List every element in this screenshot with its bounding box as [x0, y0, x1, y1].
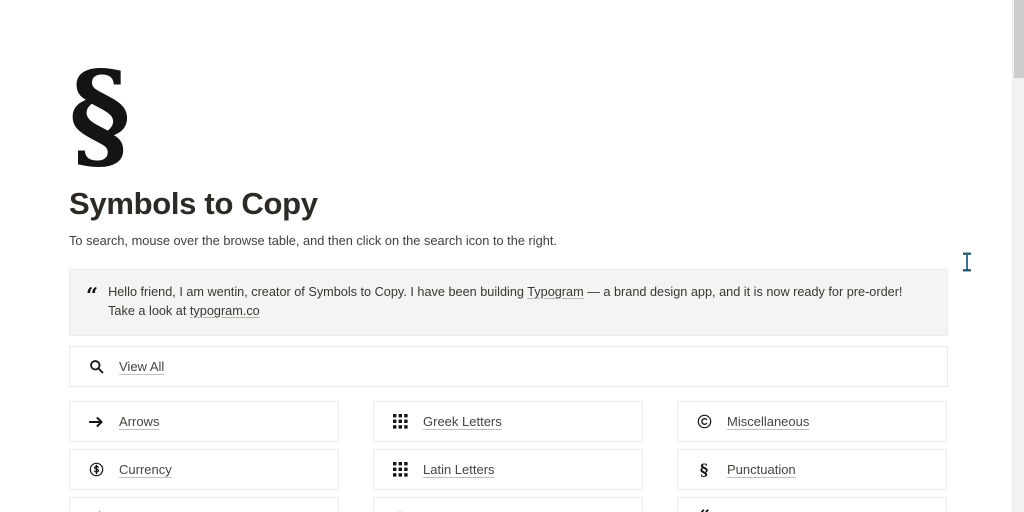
category-label: Punctuation: [727, 462, 796, 478]
category-label: Greek Letters: [423, 414, 502, 430]
view-all-label: View All: [119, 359, 165, 375]
section-symbol-logo: §: [69, 45, 131, 184]
category-card-latin-letters[interactable]: Latin Letters: [373, 449, 643, 491]
section-icon: §: [699, 459, 709, 479]
category-card-greek-letters[interactable]: Greek Letters: [373, 401, 643, 443]
page-title: Symbols to Copy: [69, 186, 318, 221]
category-grid: Arrows Greek Letters Miscellaneous Curre…: [69, 401, 948, 512]
typogram-link[interactable]: Typogram: [527, 285, 583, 299]
category-card-currency[interactable]: Currency: [69, 449, 339, 491]
view-all-row: View All: [69, 346, 948, 388]
copyright-icon: [695, 413, 713, 431]
search-icon: [87, 358, 105, 376]
view-all-button[interactable]: View All: [69, 346, 948, 388]
category-card-punctuation[interactable]: § Punctuation: [677, 449, 947, 491]
page-content: § Symbols to Copy To search, mouse over …: [69, 0, 948, 512]
vertical-scrollbar[interactable]: [1012, 0, 1024, 512]
category-card-math[interactable]: Math: [373, 497, 643, 512]
text-cursor: [961, 252, 973, 272]
typogram-url-link[interactable]: typogram.co: [190, 304, 260, 318]
fraction-icon: x y: [87, 509, 105, 512]
category-card-quotation-marks[interactable]: “ Quotation Marks: [677, 497, 947, 512]
quote-marks-icon: “: [695, 507, 713, 512]
category-label: Currency: [119, 462, 172, 478]
arrow-right-icon: [87, 413, 105, 431]
grid-dots-icon: [391, 461, 409, 479]
category-card-fractions[interactable]: x y Fractions: [69, 497, 339, 512]
page-subtitle: To search, mouse over the browse table, …: [69, 233, 557, 249]
grid-dots-icon: [391, 413, 409, 431]
dollar-circle-icon: [87, 461, 105, 479]
browser-viewport: § Symbols to Copy To search, mouse over …: [0, 0, 1024, 512]
category-label: Latin Letters: [423, 462, 495, 478]
category-card-miscellaneous[interactable]: Miscellaneous: [677, 401, 947, 443]
announcement-banner: “ Hello friend, I am wentin, creator of …: [69, 269, 948, 337]
category-label: Arrows: [119, 414, 160, 430]
category-label: Miscellaneous: [727, 414, 810, 430]
announcement-text-lead: Hello friend, I am wentin, creator of Sy…: [108, 285, 528, 299]
quote-marks-icon: “: [86, 283, 98, 308]
scrollbar-thumb[interactable]: [1014, 0, 1024, 78]
divide-icon: [391, 509, 409, 512]
category-card-arrows[interactable]: Arrows: [69, 401, 339, 443]
announcement-text: Hello friend, I am wentin, creator of Sy…: [108, 283, 931, 321]
